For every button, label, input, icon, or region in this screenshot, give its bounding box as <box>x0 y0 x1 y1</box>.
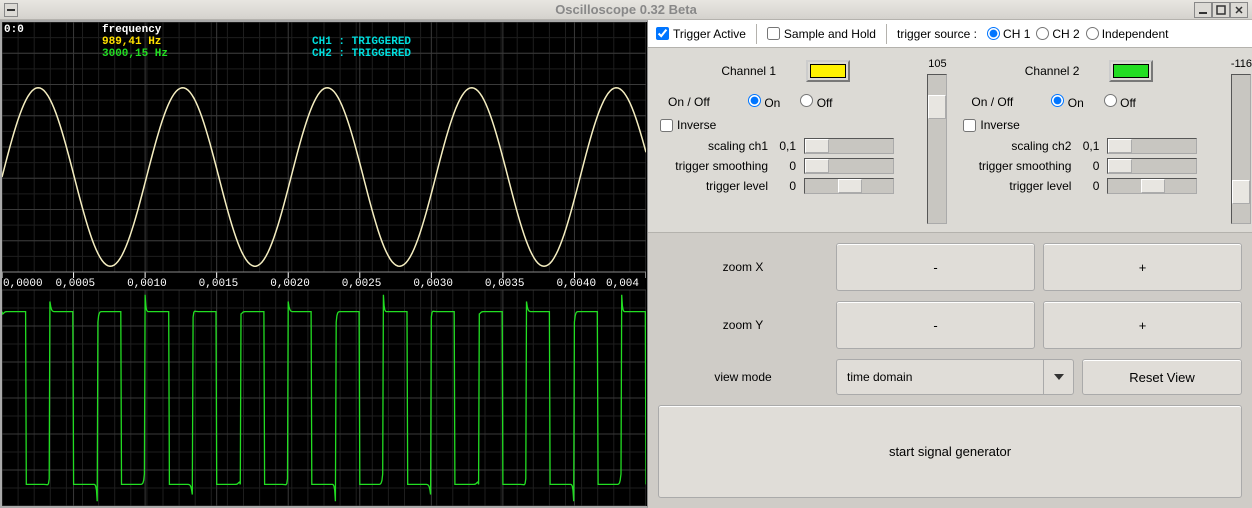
ch2-smoothing-value: 0 <box>1079 159 1099 173</box>
view-controls-panel: zoom X - + zoom Y - + view mode time dom… <box>648 232 1252 508</box>
ch2-level-value: 0 <box>1079 179 1099 193</box>
trigger-active-checkbox[interactable]: Trigger Active <box>656 27 746 41</box>
trigger-source-independent[interactable]: Independent <box>1086 27 1169 41</box>
ch1-smoothing-slider[interactable] <box>804 158 894 174</box>
ch2-smoothing-label: trigger smoothing <box>959 159 1071 173</box>
maximize-button[interactable] <box>1212 2 1230 18</box>
divider <box>886 24 887 44</box>
ch1-scaling-value: 0,1 <box>776 139 796 153</box>
ch2-inverse-checkbox[interactable]: Inverse <box>959 118 1218 132</box>
scope-freq-ch2: 3000,15 Hz <box>102 48 168 60</box>
ch2-level-slider[interactable] <box>1107 178 1197 194</box>
ch2-scaling-label: scaling ch2 <box>959 139 1071 153</box>
ch1-smoothing-value: 0 <box>776 159 796 173</box>
ch2-onoff-label: On / Off <box>971 95 1031 109</box>
zoom-x-minus-button[interactable]: - <box>836 243 1035 291</box>
divider <box>756 24 757 44</box>
trigger-source-label: trigger source : <box>897 27 977 41</box>
channel-2-title: Channel 2 <box>1025 64 1080 78</box>
svg-text:0,0000: 0,0000 <box>3 278 43 290</box>
scope-status-ch2: CH2 : TRIGGERED <box>312 48 411 60</box>
ch2-offset-slider[interactable] <box>1231 74 1251 224</box>
channel-1-color-swatch[interactable] <box>806 60 850 82</box>
ch2-on-radio[interactable]: On <box>1051 94 1083 110</box>
zoom-x-plus-button[interactable]: + <box>1043 243 1242 291</box>
close-button[interactable] <box>1230 2 1248 18</box>
ch1-offset-slider[interactable] <box>927 74 947 224</box>
ch2-level-label: trigger level <box>959 179 1071 193</box>
trigger-topbar: Trigger Active Sample and Hold trigger s… <box>648 20 1252 48</box>
ch1-level-slider[interactable] <box>804 178 894 194</box>
svg-text:0,0005: 0,0005 <box>56 278 96 290</box>
scope-freq-label: frequency <box>102 24 161 36</box>
view-mode-label: view mode <box>658 359 828 395</box>
ch1-on-radio[interactable]: On <box>748 94 780 110</box>
ch1-vslider-value: 105 <box>928 58 946 70</box>
ch1-off-radio[interactable]: Off <box>800 94 832 110</box>
zoom-y-plus-button[interactable]: + <box>1043 301 1242 349</box>
zoom-x-label: zoom X <box>658 243 828 291</box>
svg-text:0,0035: 0,0035 <box>485 278 525 290</box>
start-signal-generator-button[interactable]: start signal generator <box>658 405 1242 498</box>
svg-text:0,004: 0,004 <box>606 278 639 290</box>
window-titlebar: Oscilloscope 0.32 Beta <box>0 0 1252 20</box>
system-menu-icon[interactable] <box>4 3 18 17</box>
ch1-level-label: trigger level <box>656 179 768 193</box>
ch1-inverse-checkbox[interactable]: Inverse <box>656 118 915 132</box>
channel-1-title: Channel 1 <box>721 64 776 78</box>
scope-display: 0,0000 0,0005 0,0010 0,0015 0,0020 0,0025 0,00… <box>0 20 648 508</box>
trigger-source-ch1[interactable]: CH 1 <box>987 27 1030 41</box>
trigger-source-ch2[interactable]: CH 2 <box>1036 27 1079 41</box>
zoom-y-minus-button[interactable]: - <box>836 301 1035 349</box>
minimize-button[interactable] <box>1194 2 1212 18</box>
ch1-scaling-slider[interactable] <box>804 138 894 154</box>
scope-status-ch1: CH1 : TRIGGERED <box>312 36 411 48</box>
svg-text:0,0025: 0,0025 <box>342 278 382 290</box>
reset-view-button[interactable]: Reset View <box>1082 359 1242 395</box>
ch1-scaling-label: scaling ch1 <box>656 139 768 153</box>
view-mode-select[interactable]: time domain <box>836 359 1074 395</box>
scope-freq-ch1: 989,41 Hz <box>102 36 161 48</box>
ch1-smoothing-label: trigger smoothing <box>656 159 768 173</box>
ch2-vslider-value: -116 <box>1231 58 1252 70</box>
zoom-y-label: zoom Y <box>658 301 828 349</box>
ch2-scaling-value: 0,1 <box>1079 139 1099 153</box>
svg-text:0,0040: 0,0040 <box>556 278 596 290</box>
trigger-source-radios: CH 1 CH 2 Independent <box>987 27 1168 41</box>
ch2-scaling-slider[interactable] <box>1107 138 1197 154</box>
ch1-onoff-label: On / Off <box>668 95 728 109</box>
svg-text:0,0030: 0,0030 <box>413 278 453 290</box>
svg-text:0,0015: 0,0015 <box>199 278 239 290</box>
ch2-smoothing-slider[interactable] <box>1107 158 1197 174</box>
channel-2-color-swatch[interactable] <box>1109 60 1153 82</box>
svg-text:0,0010: 0,0010 <box>127 278 167 290</box>
view-mode-value: time domain <box>837 360 1043 394</box>
ch2-off-radio[interactable]: Off <box>1104 94 1136 110</box>
sample-hold-label: Sample and Hold <box>784 27 876 41</box>
sample-hold-checkbox[interactable]: Sample and Hold <box>767 27 876 41</box>
channels-panel: Channel 1 On / Off On Off Inverse scalin… <box>648 48 1252 232</box>
trigger-active-label: Trigger Active <box>673 27 746 41</box>
channel-2-panel: Channel 2 On / Off On Off Inverse scalin… <box>955 56 1222 224</box>
channel-1-panel: Channel 1 On / Off On Off Inverse scalin… <box>652 56 919 224</box>
chevron-down-icon[interactable] <box>1043 360 1073 394</box>
svg-text:0,0020: 0,0020 <box>270 278 310 290</box>
ch1-level-value: 0 <box>776 179 796 193</box>
scope-coord: 0:0 <box>4 24 24 36</box>
window-title: Oscilloscope 0.32 Beta <box>0 2 1252 17</box>
scope-canvas: 0,0000 0,0005 0,0010 0,0015 0,0020 0,0025 0,00… <box>2 22 646 506</box>
